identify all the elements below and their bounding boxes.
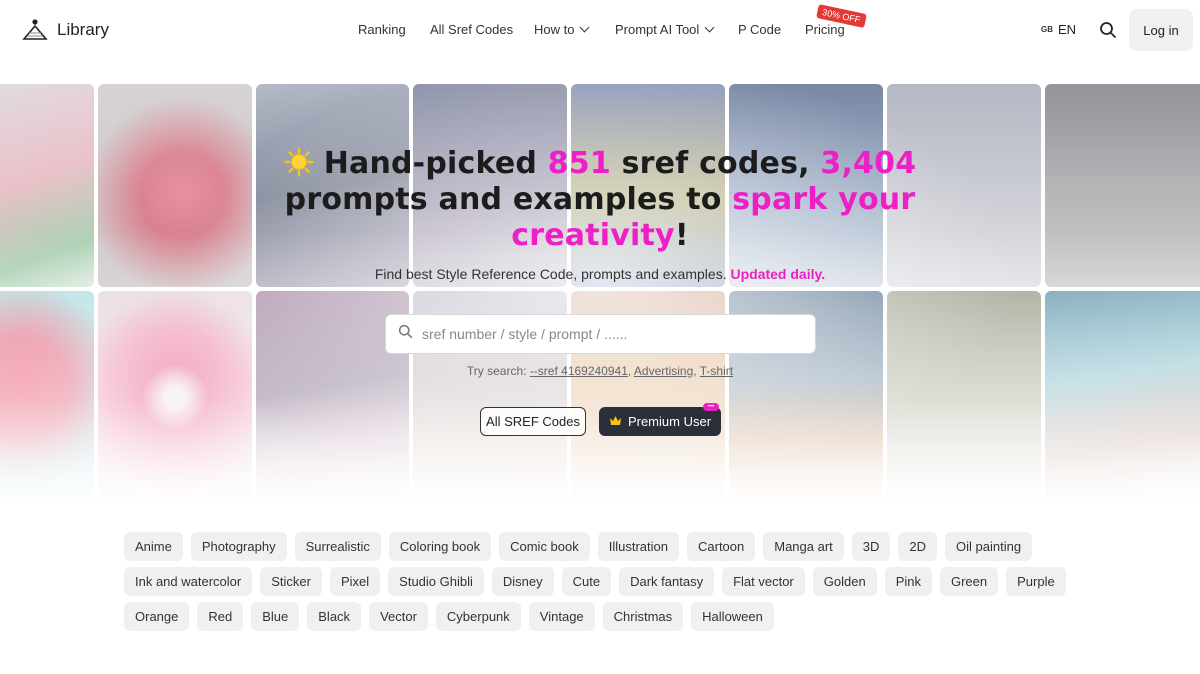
style-tag[interactable]: Anime (124, 532, 183, 561)
nav-label: How to (534, 22, 575, 37)
style-tag[interactable]: Surrealistic (294, 532, 381, 561)
title-text: prompts and examples to (284, 182, 733, 217)
nav-all-sref-codes[interactable]: All Sref Codes (430, 22, 513, 37)
flag-icon: GB (1041, 25, 1053, 34)
nav-prompt-ai-tool[interactable]: Prompt AI Tool (615, 22, 715, 37)
style-tag[interactable]: 2D (898, 532, 938, 561)
search-icon[interactable] (1099, 21, 1117, 39)
try-search: Try search: --sref 4169240941, Advertisi… (380, 364, 820, 378)
try-search-link[interactable]: --sref 4169240941 (530, 364, 628, 378)
style-tag[interactable]: Pixel (329, 567, 381, 596)
title-text: sref codes, (610, 146, 821, 181)
try-search-link[interactable]: Advertising (634, 364, 693, 378)
style-tag[interactable]: Photography (190, 532, 287, 561)
style-tag[interactable]: Christmas (602, 602, 684, 631)
style-tag[interactable]: 3D (851, 532, 891, 561)
title-text: Hand-picked (323, 146, 548, 181)
header: Library Ranking All Sref Codes How to Pr… (0, 0, 1200, 62)
hero-subtitle: Find best Style Reference Code, prompts … (250, 266, 950, 282)
chevron-down-icon (580, 22, 590, 33)
sref-count: 851 (547, 146, 611, 181)
hero-title: Hand-picked 851 sref codes, 3,404 prompt… (250, 146, 950, 254)
style-tag[interactable]: Orange (124, 602, 190, 631)
nav-label: P Code (738, 22, 782, 37)
main-nav: Ranking All Sref Codes How to Prompt AI … (0, 22, 1200, 42)
style-tag[interactable]: Flat vector (722, 567, 805, 596)
search-bar[interactable] (385, 314, 816, 354)
style-tags: Anime Photography Surrealistic Coloring boo… (124, 532, 1074, 637)
style-tag[interactable]: Studio Ghibli (388, 567, 484, 596)
style-tag[interactable]: Black (307, 602, 362, 631)
nav-pricing[interactable]: Pricing (805, 22, 845, 37)
chevron-down-icon (704, 22, 715, 33)
title-text: ! (674, 218, 689, 253)
premium-user-button[interactable]: Premium User ••• (599, 403, 721, 436)
nav-how-to[interactable]: How to (534, 22, 590, 37)
crown-icon (609, 414, 622, 429)
style-tag[interactable]: Halloween (691, 602, 774, 631)
style-tag[interactable]: Dark fantasy (619, 567, 715, 596)
tag-row: Orange Red Blue Black Vector Cyberpunk Vintage… (124, 602, 1074, 631)
nav-ranking[interactable]: Ranking (358, 22, 406, 37)
try-search-label: Try search: (466, 364, 527, 378)
style-tag[interactable]: Sticker (260, 567, 322, 596)
style-tag[interactable]: Vintage (528, 602, 595, 631)
style-tag[interactable]: Cyberpunk (435, 602, 521, 631)
nav-label: Pricing (805, 22, 845, 37)
nav-label: Prompt AI Tool (615, 22, 700, 37)
tag-row: Anime Photography Surrealistic Coloring boo… (124, 532, 1074, 561)
style-tag[interactable]: Green (939, 567, 999, 596)
style-tag[interactable]: Manga art (763, 532, 844, 561)
nav-label: Ranking (358, 22, 406, 37)
link-separator: , (627, 364, 632, 378)
style-tag[interactable]: Blue (251, 602, 300, 631)
style-tag[interactable]: Purple (1006, 567, 1066, 596)
style-tag[interactable]: Pink (884, 567, 932, 596)
link-separator: , (693, 364, 697, 378)
subtitle-highlight: Updated daily. (730, 266, 826, 282)
nav-p-code[interactable]: P Code (738, 22, 781, 37)
language-selector[interactable]: GB EN (1041, 22, 1076, 37)
style-tag[interactable]: Coloring book (388, 532, 492, 561)
style-tag[interactable]: Red (197, 602, 244, 631)
language-label: EN (1058, 22, 1077, 37)
style-tag[interactable]: Cute (561, 567, 612, 596)
tag-row: Ink and watercolor Sticker Pixel Studio Ghi… (124, 567, 1074, 596)
premium-label: Premium User (627, 414, 712, 429)
search-icon (398, 324, 413, 344)
style-tag[interactable]: Golden (812, 567, 877, 596)
all-sref-codes-button[interactable]: All SREF Codes (480, 407, 586, 436)
style-tag[interactable]: Vector (369, 602, 428, 631)
prompt-count: 3,404 (820, 146, 917, 181)
style-tag[interactable]: Comic book (499, 532, 590, 561)
style-tag[interactable]: Illustration (597, 532, 679, 561)
style-tag[interactable]: Disney (491, 567, 554, 596)
sun-icon (284, 147, 314, 177)
search-input[interactable] (422, 326, 792, 342)
style-tag[interactable]: Oil painting (945, 532, 1033, 561)
try-search-link[interactable]: T-shirt (700, 364, 733, 378)
style-tag[interactable]: Ink and watercolor (124, 567, 253, 596)
login-button[interactable]: Log in (1129, 9, 1193, 51)
nav-label: All Sref Codes (430, 22, 514, 37)
subtitle-text: Find best Style Reference Code, prompts … (374, 266, 727, 282)
style-tag[interactable]: Cartoon (687, 532, 756, 561)
premium-badge: ••• (703, 403, 719, 411)
